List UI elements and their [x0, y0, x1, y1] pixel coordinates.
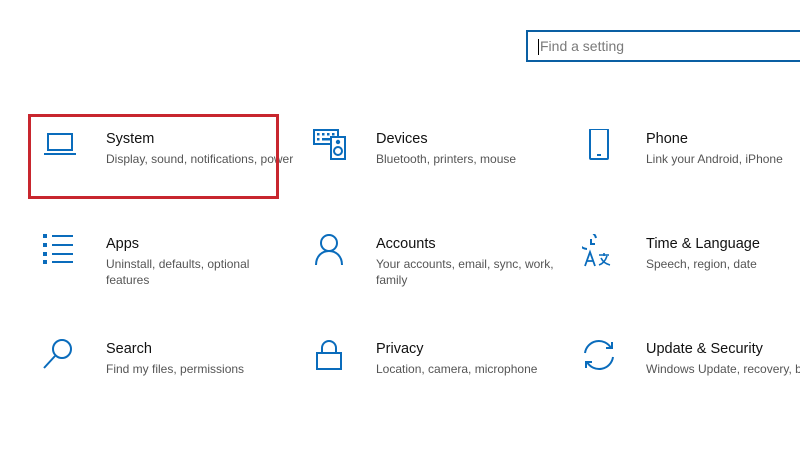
tile-description: Speech, region, date [646, 257, 757, 271]
text-cursor [538, 39, 539, 55]
laptop-icon [42, 129, 82, 169]
phone-icon [582, 129, 622, 169]
tile-title: Search [106, 341, 152, 357]
tile-devices[interactable]: Devices Bluetooth, printers, mouse [312, 129, 562, 209]
tile-description: Link your Android, iPhone [646, 152, 783, 166]
sync-arrows-icon [582, 339, 622, 379]
tile-description: Bluetooth, printers, mouse [376, 152, 517, 166]
tile-title: Update & Security [646, 341, 763, 357]
tile-title: Accounts [376, 236, 436, 252]
tile-description: Your accounts, email, sync, work, family [376, 257, 554, 287]
tile-title: Devices [376, 131, 428, 147]
apps-list-icon [42, 234, 82, 274]
tile-phone[interactable]: Phone Link your Android, iPhone [582, 129, 800, 209]
time-language-icon [582, 234, 622, 274]
tile-title: Time & Language [646, 236, 760, 252]
tile-system[interactable]: System Display, sound, notifications, po… [42, 129, 293, 209]
tile-update-security[interactable]: Update & Security Windows Update, recove… [582, 339, 800, 419]
tile-title: Privacy [376, 341, 424, 357]
search-input[interactable] [540, 32, 790, 60]
tile-title: Phone [646, 131, 688, 147]
tile-description: Uninstall, defaults, optional features [106, 257, 250, 287]
tile-title: Apps [106, 236, 140, 252]
magnifier-icon [42, 339, 82, 379]
person-icon [312, 234, 352, 274]
tile-privacy[interactable]: Privacy Location, camera, microphone [312, 339, 562, 419]
find-setting-search-box[interactable] [526, 30, 800, 62]
tile-description: Display, sound, notifications, power [106, 152, 294, 166]
tile-description: Windows Update, recovery, backup [646, 362, 800, 376]
tile-description: Find my files, permissions [106, 362, 245, 376]
tile-apps[interactable]: Apps Uninstall, defaults, optional featu… [42, 234, 292, 314]
tile-time-language[interactable]: Time & Language Speech, region, date [582, 234, 800, 314]
lock-icon [312, 339, 352, 379]
keyboard-speaker-icon [312, 129, 352, 169]
tile-accounts[interactable]: Accounts Your accounts, email, sync, wor… [312, 234, 562, 314]
tile-search[interactable]: Search Find my files, permissions [42, 339, 292, 419]
tile-description: Location, camera, microphone [376, 362, 538, 376]
tile-title: System [106, 131, 155, 147]
